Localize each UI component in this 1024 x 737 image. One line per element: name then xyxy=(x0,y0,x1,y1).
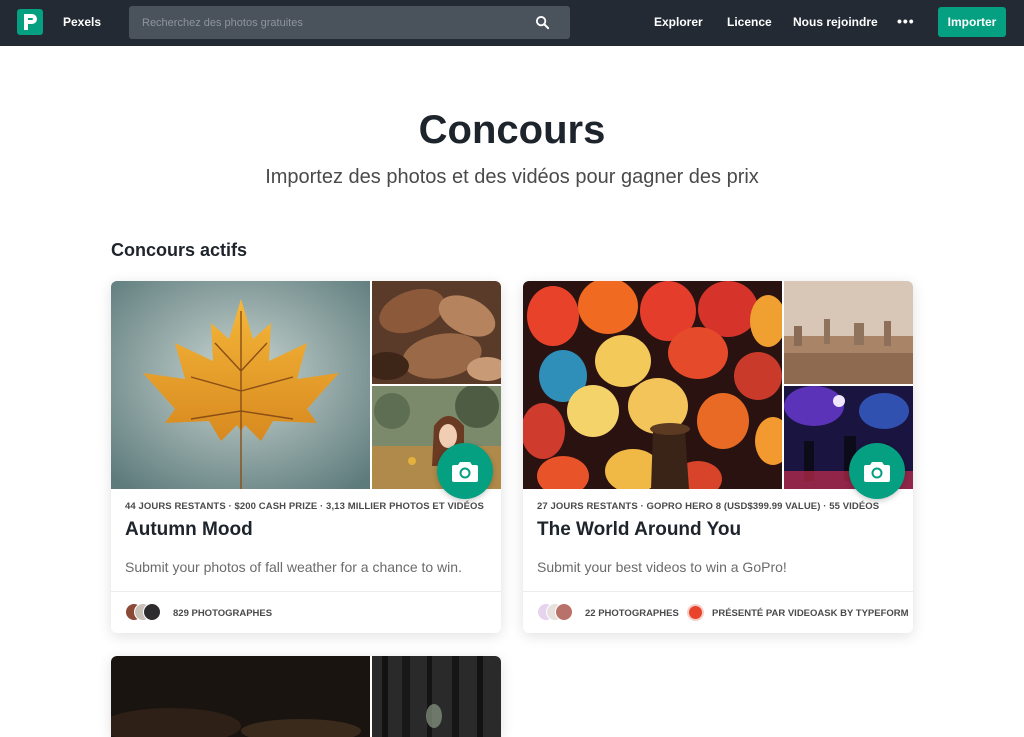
top-navbar: Pexels Explorer Licence Nous rejoindre •… xyxy=(0,0,1024,46)
participant-avatars xyxy=(537,603,581,623)
camera-icon xyxy=(452,462,478,482)
contest-image-mosaic xyxy=(111,656,501,737)
contest-image-mosaic xyxy=(111,281,501,499)
brown-leaves-photo xyxy=(372,281,501,384)
nav-join-link[interactable]: Nous rejoindre xyxy=(793,15,878,29)
pexels-logo-icon[interactable] xyxy=(17,9,43,35)
contest-description: Submit your photos of fall weather for a… xyxy=(125,559,462,575)
contest-footer: 829 PHOTOGRAPHES xyxy=(111,591,501,633)
contest-card-autumn-mood[interactable]: 44 JOURS RESTANTS · $200 CASH PRIZE · 3,… xyxy=(111,281,501,633)
autumn-leaf-photo xyxy=(111,281,370,489)
page-title: Concours xyxy=(418,108,606,152)
contest-description: Submit your best videos to win a GoPro! xyxy=(537,559,787,575)
city-skyline-photo xyxy=(784,281,913,384)
camera-icon xyxy=(864,462,890,482)
lanterns-photo xyxy=(523,281,782,489)
participant-count: 829 PHOTOGRAPHES xyxy=(173,608,273,619)
search-input[interactable] xyxy=(142,16,522,29)
contest-meta: 44 JOURS RESTANTS · $200 CASH PRIZE · 3,… xyxy=(125,501,484,512)
contest-title[interactable]: The World Around You xyxy=(537,519,741,541)
sponsor-text[interactable]: PRÉSENTÉ PAR VIDEOASK BY TYPEFORM xyxy=(712,608,909,619)
nav-license-link[interactable]: Licence xyxy=(727,15,772,29)
contest-submit-button[interactable] xyxy=(437,443,493,499)
participant-count: 22 PHOTOGRAPHES xyxy=(585,608,679,619)
more-menu-icon[interactable]: ••• xyxy=(897,13,915,29)
page-subtitle: Importez des photos et des vidéos pour g… xyxy=(265,166,759,188)
participant-avatars xyxy=(125,603,169,623)
contest-card-world-around-you[interactable]: 27 JOURS RESTANTS · GOPRO HERO 8 (USD$39… xyxy=(523,281,913,633)
sponsor-logo-icon[interactable] xyxy=(687,604,704,621)
active-contests-heading: Concours actifs xyxy=(111,240,248,260)
search-icon[interactable] xyxy=(535,15,550,30)
nav-explore-link[interactable]: Explorer xyxy=(654,15,703,29)
avatar xyxy=(143,603,161,621)
contest-meta: 27 JOURS RESTANTS · GOPRO HERO 8 (USD$39… xyxy=(537,501,880,512)
search-bar xyxy=(129,6,570,39)
import-button[interactable]: Importer xyxy=(938,7,1006,37)
contest-image-mosaic xyxy=(523,281,913,499)
contest-title[interactable]: Autumn Mood xyxy=(125,519,253,541)
foggy-forest-photo xyxy=(372,656,501,737)
dark-forest-photo xyxy=(111,656,370,737)
avatar xyxy=(555,603,573,621)
contest-card-partial[interactable] xyxy=(111,656,501,737)
brand-name[interactable]: Pexels xyxy=(63,15,101,29)
contest-footer: 22 PHOTOGRAPHES PRÉSENTÉ PAR VIDEOASK BY… xyxy=(523,591,913,633)
contest-submit-button[interactable] xyxy=(849,443,905,499)
